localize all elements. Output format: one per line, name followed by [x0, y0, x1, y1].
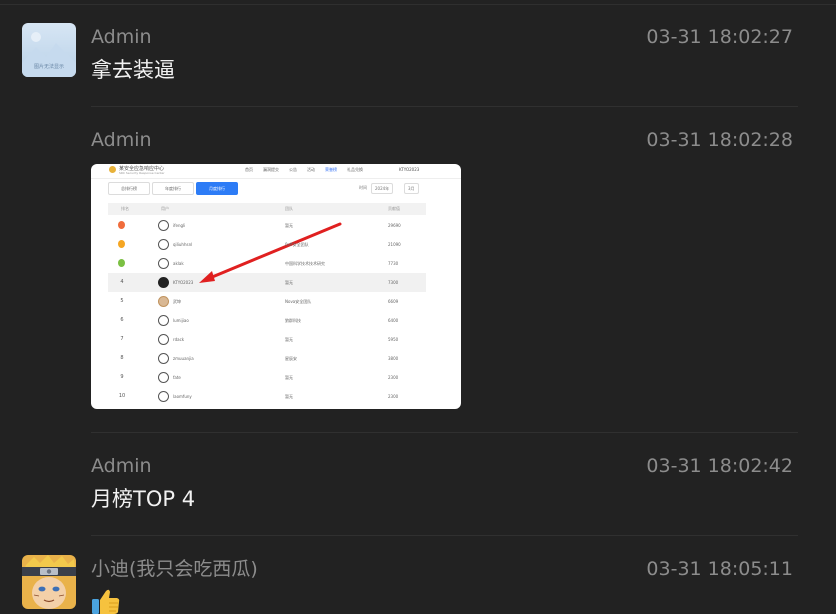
score-value: 5950: [388, 337, 399, 342]
sender-name[interactable]: 小迪(我只会吃西瓜): [91, 557, 258, 581]
score-value: 2300: [388, 394, 399, 399]
message-time: 03-31 18:05:11: [646, 558, 793, 580]
user-name: laomfuny: [173, 394, 192, 399]
message-time: 03-31 18:02:42: [646, 455, 793, 477]
score-value: 6400: [388, 318, 399, 323]
message-divider: [91, 432, 798, 433]
team-name: 狼群科技: [285, 318, 301, 323]
team-name: 暂无: [285, 337, 293, 342]
user-name: fate: [173, 375, 181, 380]
sender-name[interactable]: Admin: [91, 454, 152, 478]
rank-number: 8: [120, 355, 124, 361]
user-name: 武坤: [173, 299, 181, 304]
rank-number: 4: [120, 279, 124, 285]
user-avatar[interactable]: [22, 555, 76, 609]
user-name: ifengli: [173, 223, 186, 228]
user-name: zmuuanjia: [173, 356, 194, 361]
score-value: 7730: [388, 261, 399, 266]
message-divider: [91, 106, 798, 107]
top-divider: [0, 4, 836, 5]
score-value: 6609: [388, 299, 399, 304]
team-name: 暂无: [285, 223, 293, 228]
user-name: aklak: [173, 261, 184, 266]
rank-number: 5: [120, 298, 124, 304]
message-text: 拿去装逼: [91, 58, 175, 82]
user-avatar-icon: [158, 372, 169, 383]
message-text: 月榜TOP 4: [91, 487, 196, 511]
team-name: 暂无: [285, 280, 293, 285]
rank-number: 6: [120, 317, 124, 323]
team-name: 星辰安: [285, 356, 297, 361]
rank-number: 10: [118, 393, 126, 399]
user-avatar-icon: [158, 296, 169, 307]
user-avatar-icon: [158, 334, 169, 345]
user-avatar-icon: [158, 391, 169, 402]
team-name: 暂无: [285, 394, 293, 399]
rank-number: 9: [120, 374, 124, 380]
team-name: 暂无: [285, 375, 293, 380]
score-value: 21090: [388, 242, 401, 247]
thumbs-up-icon: [92, 589, 120, 614]
sender-name[interactable]: Admin: [91, 128, 152, 152]
user-name: rdack: [173, 337, 185, 342]
rank-medal-icon: [118, 221, 125, 229]
user-avatar-icon: [158, 315, 169, 326]
rank-medal-icon: [118, 240, 125, 248]
user-avatar-icon: [158, 277, 169, 288]
rank-number: 7: [120, 336, 124, 342]
avatar-caption: 图片无法显示: [33, 64, 64, 70]
user-avatar-icon: [158, 353, 169, 364]
user-avatar-icon: [158, 258, 169, 269]
leaderboard-screenshot-image[interactable]: 某安全应急响应中心 SRC Security Response Center 首…: [91, 164, 461, 409]
user-avatar-icon: [158, 220, 169, 231]
score-value: 3800: [388, 356, 399, 361]
user-name: KTYO2023: [173, 280, 194, 285]
rank-medal-icon: [118, 259, 125, 267]
team-name: 中国科学技术技术研究: [285, 261, 325, 266]
team-name: Nova安全团队: [285, 299, 312, 304]
team-name: 0xff安全团队: [285, 242, 309, 247]
user-name: lumijiao: [173, 318, 189, 323]
score-value: 29690: [388, 223, 401, 228]
anime-avatar-icon: [22, 555, 76, 609]
message-time: 03-31 18:02:28: [646, 129, 793, 151]
sender-name[interactable]: Admin: [91, 25, 152, 49]
score-value: 2300: [388, 375, 399, 380]
admin-avatar[interactable]: 图片无法显示: [22, 23, 76, 77]
score-value: 7300: [388, 280, 399, 285]
message-time: 03-31 18:02:27: [646, 26, 793, 48]
user-name: qiliuhhsnl: [173, 242, 193, 247]
user-avatar-icon: [158, 239, 169, 250]
red-arrow-annotation: [199, 222, 342, 283]
message-divider: [91, 535, 798, 536]
